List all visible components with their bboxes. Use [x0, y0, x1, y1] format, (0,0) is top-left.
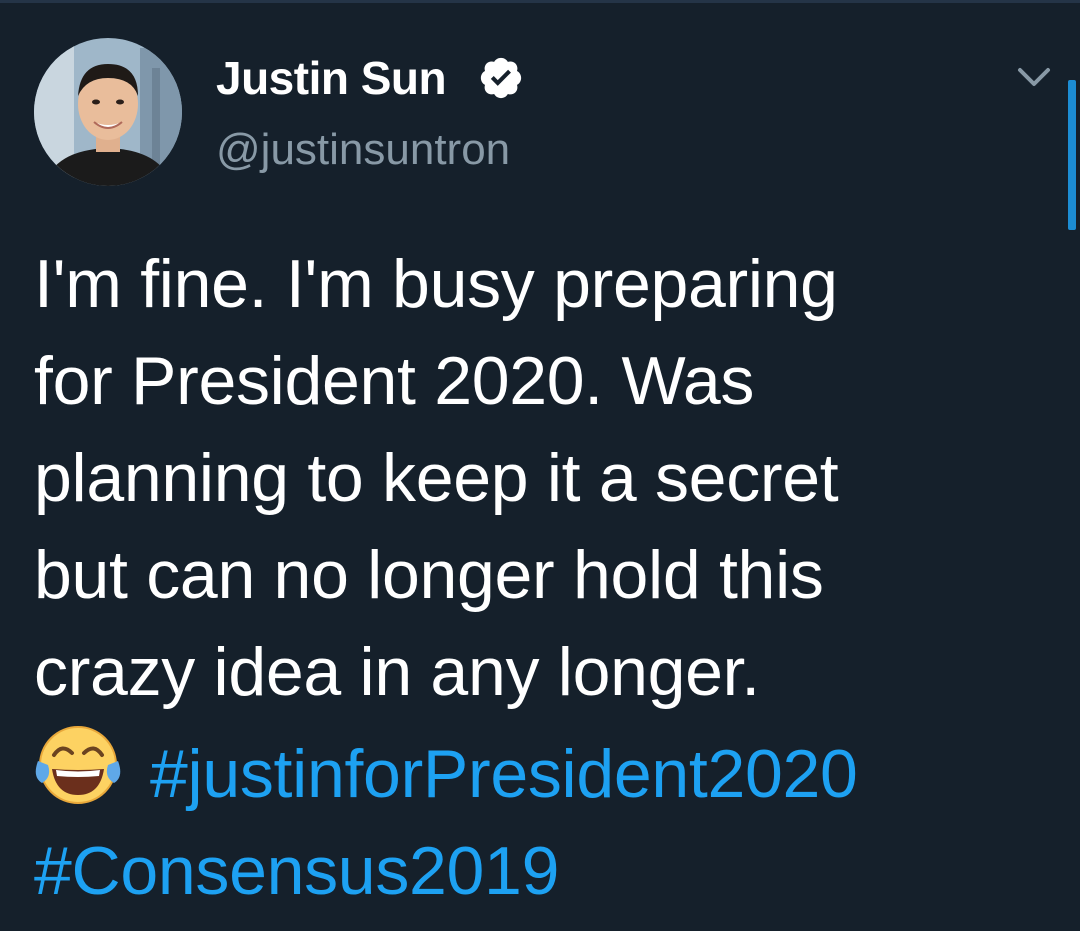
top-divider [0, 0, 1080, 3]
tweet-text-line: planning to keep it a secret [34, 440, 839, 516]
tweet-text-line: but can no longer hold this [34, 537, 824, 613]
avatar[interactable] [34, 38, 182, 186]
tweet-text: I'm fine. I'm busy preparing for Preside… [34, 236, 1034, 920]
tweet-text-line: crazy idea in any longer. [34, 634, 760, 710]
face-with-tears-of-joy-icon [35, 726, 121, 804]
chevron-down-icon[interactable] [1012, 60, 1056, 96]
author-handle[interactable]: @justinsuntron [216, 124, 510, 176]
tweet-hashtag-line: #Consensus2019 [34, 823, 1034, 920]
hashtag-link[interactable]: #justinforPresident2020 [150, 736, 858, 812]
scrollbar-indicator[interactable] [1068, 80, 1076, 230]
tweet-text-line: I'm fine. I'm busy preparing [34, 246, 838, 322]
tweet-hashtag-line: #justinforPresident2020 [34, 721, 1034, 823]
tweet-text-line: for President 2020. Was [34, 343, 755, 419]
verified-badge-icon [480, 57, 522, 99]
author-display-name[interactable]: Justin Sun [216, 52, 447, 104]
avatar-photo-icon [34, 38, 182, 186]
hashtag-link[interactable]: #Consensus2019 [34, 833, 559, 909]
